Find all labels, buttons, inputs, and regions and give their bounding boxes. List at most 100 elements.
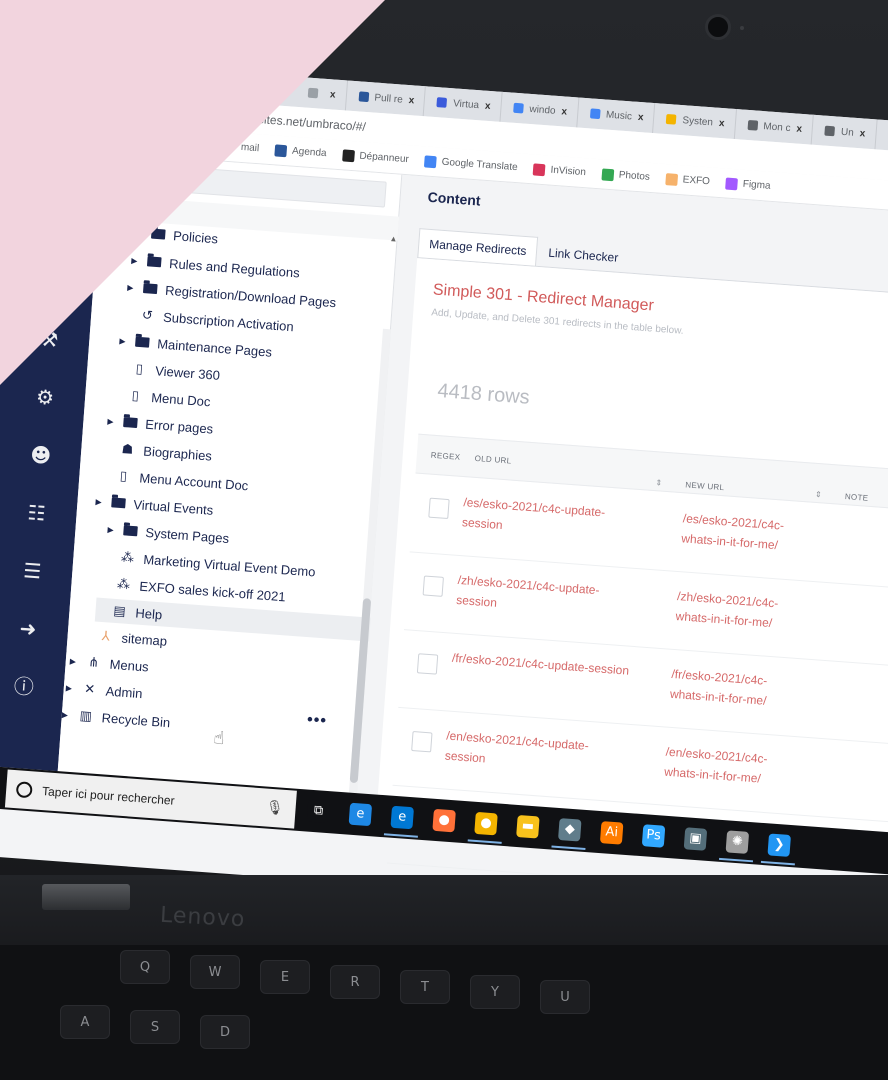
bookmark-item[interactable]: Figma [725,177,771,192]
bookmark-item[interactable]: Photos [601,167,650,183]
new-url-cell[interactable]: /fr/esko-2021/c4c- whats-in-it-for-me/ [669,664,822,715]
tree-item[interactable]: ▶▯Menu Doc [111,382,212,413]
column-header-notes[interactable]: NOTE [845,492,869,503]
file-explorer-icon[interactable]: ▬ [516,814,540,839]
tab-close-icon[interactable]: x [408,95,414,106]
help-icon[interactable]: ⓘ [11,674,37,700]
keyboard-key: S [130,1010,180,1044]
tab-close-icon[interactable]: x [485,100,491,111]
old-url-cell[interactable]: /zh/esko-2021/c4c-update- session [456,570,658,625]
tree-item-label: Biographies [142,443,213,464]
bookmark-item[interactable]: Dépanneur [341,148,409,166]
tab-label: Systen [682,114,714,128]
bookmark-item[interactable]: EXFO [665,172,710,188]
more-options-icon[interactable]: ••• [306,711,328,730]
caret-right-icon[interactable]: ▶ [66,683,75,693]
hierarchy-icon: ⋔ [87,654,100,671]
sort-old-url-icon[interactable]: ⇕ [655,478,663,487]
column-header-old-url[interactable]: OLD URL [474,454,511,466]
scroll-up-arrow-icon[interactable]: ▲ [389,234,398,244]
tree-item[interactable]: ▶⅄sitemap [81,623,168,653]
tree-item[interactable]: ▶ ✕ Admin [65,676,144,706]
row-checkbox[interactable] [416,653,439,675]
wrench-icon[interactable]: ⚒ [36,327,62,353]
app-generic-icon[interactable]: ◆ [558,818,582,842]
forms-icon[interactable]: ☰ [19,558,45,584]
tab-close-icon[interactable]: x [859,128,865,139]
contact-card-icon[interactable]: ☷ [24,500,50,526]
firefox-icon[interactable]: ● [432,808,456,833]
tree-item[interactable]: ▶ ⋔ Menus [69,649,150,679]
sort-new-url-icon[interactable]: ⇕ [815,490,823,499]
app-round-icon[interactable]: ✺ [725,830,750,854]
gear-icon[interactable]: ⚙ [32,384,58,410]
caret-right-icon[interactable]: ▶ [135,228,144,238]
tab-favicon-icon [589,108,601,120]
tree-item-label: Menus [109,656,150,675]
tree-item-label: Admin [105,682,144,701]
illustrator-icon[interactable]: Ai [599,821,624,845]
row-checkbox[interactable] [428,497,450,520]
tab-close-icon[interactable]: x [719,117,725,128]
caret-right-icon[interactable]: ▶ [131,256,140,266]
broadcast-icon: ⁂ [120,549,135,566]
bookmark-item[interactable]: Agenda [274,143,327,160]
tree-item[interactable]: ▶ ▥ Recycle Bin [61,702,171,734]
column-header-regex[interactable]: REGEX [431,451,461,462]
row-checkbox[interactable] [411,731,433,753]
caret-right-icon[interactable]: ▶ [95,497,104,507]
old-url-cell[interactable]: /en/esko-2021/c4c-update- session [444,726,646,781]
bookmark-item[interactable]: mail [223,140,260,155]
bookmark-item[interactable]: InVision [533,162,587,179]
tab-close-icon[interactable]: x [796,123,802,134]
tab-close-icon[interactable]: x [330,89,336,100]
bookmark-item[interactable]: Google Translate [424,154,518,174]
tab-close-icon[interactable]: x [638,111,644,122]
new-url-cell[interactable]: /zh/esko-2021/c4c- whats-in-it-for-me/ [675,586,828,637]
tree-item[interactable]: ▶ Policies [134,220,218,250]
tree-item-label: Viewer 360 [154,362,221,383]
taskbar-search-placeholder: Taper ici pour rechercher [41,784,176,808]
arrow-right-icon[interactable]: ➜ [15,616,41,642]
caret-right-icon[interactable]: ▶ [119,336,128,346]
bookmark-favicon-icon [341,148,355,162]
taskbar-active-indicator [467,839,502,844]
bookmark-label: Agenda [291,145,327,160]
microphone-icon[interactable]: 🎙 [265,800,284,817]
tree-item-label: Rules and Regulations [168,255,301,281]
browser-tab[interactable]: Un x [813,114,878,150]
bookmark-favicon-icon [665,172,679,186]
bookmark-label: InVision [550,164,587,179]
new-url-cell[interactable]: /es/esko-2021/c4c- whats-in-it-for-me/ [681,508,834,559]
vscode-icon[interactable]: ❯ [767,833,791,857]
media-icon[interactable]: ▨ [41,269,67,295]
row-checkbox[interactable] [422,575,444,597]
tree-item[interactable]: ▶ Error pages [107,409,214,441]
tab-label: Mon c [762,120,791,134]
caret-right-icon[interactable]: ▶ [69,656,78,666]
old-url-cell[interactable]: /es/esko-2021/c4c-update- session [461,492,663,547]
tab-close-icon[interactable]: x [561,106,567,117]
user-icon[interactable]: ☻ [28,442,54,468]
caret-right-icon[interactable]: ▶ [127,282,136,292]
tree-item[interactable]: ▶▯Viewer 360 [115,355,221,387]
new-url-cell[interactable]: /en/esko-2021/c4c- whats-in-it-for-me/ [664,742,817,793]
caret-right-icon[interactable]: ▶ [62,710,71,720]
photoshop-icon[interactable]: Ps [641,824,666,848]
tree-item-label: sitemap [121,629,168,649]
old-url-cell[interactable]: /fr/esko-2021/c4c-update-session [451,648,652,683]
task-view-icon[interactable]: ⧉ [306,799,331,824]
tab-favicon-icon [358,91,369,103]
internet-explorer-icon[interactable]: e [348,802,373,827]
remote-desktop-icon[interactable]: ▣ [683,827,708,851]
tab-favicon-icon [436,97,448,108]
caret-right-icon[interactable]: ▶ [107,525,116,535]
chrome-icon[interactable]: ● [474,811,498,836]
edge-icon[interactable]: e [390,805,415,830]
tree-item[interactable]: ▶☗Biographies [103,436,213,468]
tools-icon: ✕ [83,681,96,698]
keyboard-key: U [540,980,590,1014]
column-header-new-url[interactable]: NEW URL [685,480,725,492]
caret-right-icon[interactable]: ▶ [107,416,116,426]
browser-tab[interactable]: x [296,76,348,111]
